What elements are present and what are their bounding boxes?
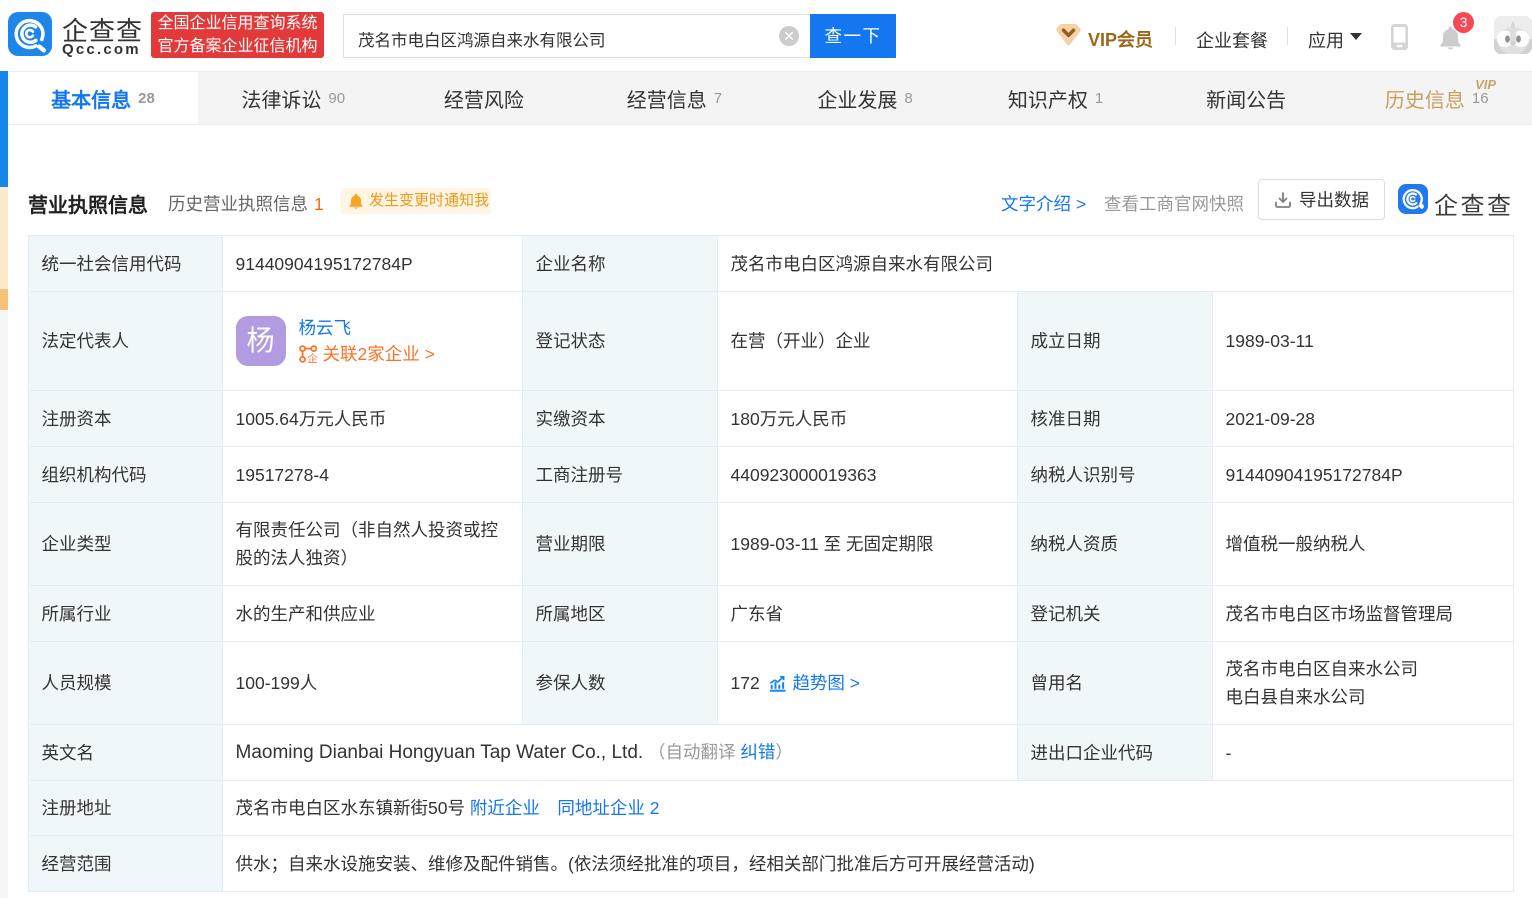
svg-text:企: 企 <box>307 352 318 363</box>
